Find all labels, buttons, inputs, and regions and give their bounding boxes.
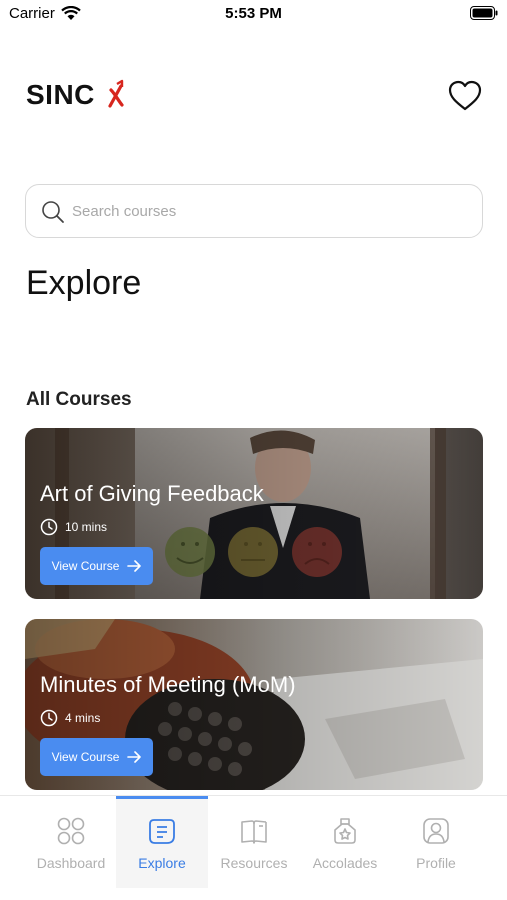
tab-label: Resources	[220, 855, 288, 871]
explore-icon	[149, 819, 175, 844]
search-bar	[25, 184, 483, 238]
tab-label: Dashboard	[36, 855, 106, 871]
course-duration: 4 mins	[40, 708, 100, 728]
tab-resources[interactable]: Resources	[208, 796, 300, 888]
duration-text: 10 mins	[65, 520, 108, 534]
duration-text: 4 mins	[65, 711, 101, 725]
tab-label: Profile	[416, 855, 456, 871]
tab-label: Explore	[138, 855, 186, 871]
tab-profile[interactable]: Profile	[390, 796, 482, 888]
logo-text: SINC	[26, 79, 95, 110]
favorites-button[interactable]	[446, 78, 484, 114]
clock-icon	[40, 709, 58, 727]
tab-dashboard[interactable]: Dashboard	[25, 796, 117, 888]
arrow-right-icon	[127, 751, 142, 763]
tab-explore[interactable]: Explore	[116, 796, 208, 888]
tab-accolades[interactable]: Accolades	[299, 796, 391, 888]
course-card[interactable]: Art of Giving Feedback 10 mins View Cour…	[25, 428, 483, 599]
heart-icon	[448, 80, 482, 111]
course-title: Minutes of Meeting (MoM)	[40, 672, 296, 697]
app-logo: SINC	[26, 78, 124, 112]
view-course-label: View Course	[51, 750, 120, 764]
arrow-right-icon	[127, 560, 142, 572]
status-bar: Carrier 5:53 PM	[0, 0, 507, 30]
course-duration: 10 mins	[40, 517, 107, 537]
tab-label: Accolades	[312, 855, 378, 871]
book-icon	[241, 820, 267, 844]
grid-icon	[57, 817, 85, 845]
search-icon	[41, 200, 65, 229]
tab-bar: Dashboard Explore Resources Accolades Pr…	[0, 795, 507, 900]
course-title: Art of Giving Feedback	[40, 481, 264, 506]
search-input[interactable]	[72, 185, 472, 237]
profile-icon	[423, 818, 449, 844]
section-title: All Courses	[26, 389, 132, 410]
page-title: Explore	[26, 264, 142, 302]
status-time: 5:53 PM	[225, 5, 282, 22]
view-course-label: View Course	[51, 559, 120, 573]
battery-icon	[470, 6, 498, 25]
medal-icon	[334, 818, 356, 844]
view-course-button[interactable]: View Course	[40, 738, 153, 776]
view-course-button[interactable]: View Course	[40, 547, 153, 585]
clock-icon	[40, 518, 58, 536]
logo-mark-icon	[108, 76, 124, 115]
course-card[interactable]: Minutes of Meeting (MoM) 4 mins View Cou…	[25, 619, 483, 790]
